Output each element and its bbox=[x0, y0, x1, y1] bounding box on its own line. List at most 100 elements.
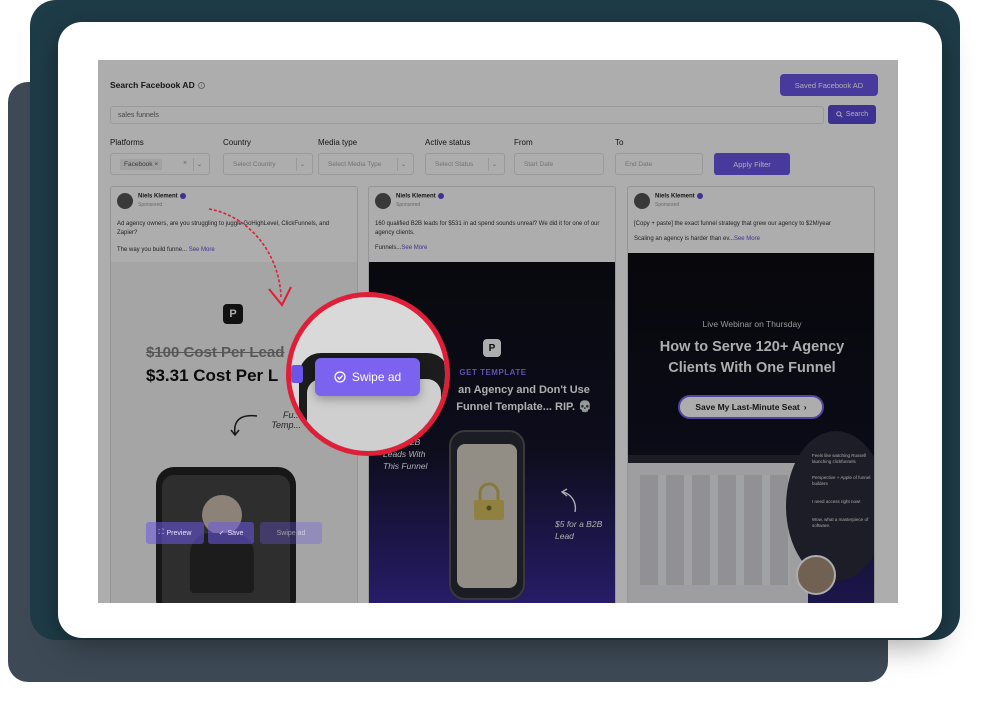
presenter-avatar bbox=[796, 555, 836, 595]
phone-mockup bbox=[449, 430, 525, 600]
window-bar bbox=[628, 455, 808, 463]
check-circle-icon bbox=[334, 371, 346, 383]
save-button[interactable]: ✓ Save bbox=[208, 522, 254, 544]
preview-label: Preview bbox=[166, 529, 192, 537]
see-more-link[interactable]: See More bbox=[734, 236, 760, 242]
swipe-ad-button[interactable]: Swipe ad bbox=[315, 358, 420, 396]
verified-icon bbox=[179, 193, 186, 199]
chevron-down-icon: ⌄ bbox=[296, 158, 308, 171]
swipe-ad-small-button[interactable]: Swipe ad bbox=[260, 522, 322, 544]
stage: Search Facebook AD i Saved Facebook AD sa… bbox=[0, 0, 1000, 707]
info-icon[interactable]: i bbox=[197, 82, 205, 90]
sponsored-label: Sponsored bbox=[396, 202, 421, 208]
chat-message: Feels like watching Russell launching cl… bbox=[812, 453, 867, 464]
ad-text-line: 160 qualified B2B leads for $531 in ad s… bbox=[375, 221, 600, 236]
end-date-input[interactable]: End Date bbox=[615, 153, 703, 175]
search-button[interactable]: Search bbox=[828, 105, 876, 124]
media-type-select[interactable]: Select Media Type ⌄ bbox=[318, 153, 414, 175]
avatar bbox=[375, 193, 391, 209]
ad-text: 160 qualified B2B leads for $531 in ad s… bbox=[375, 220, 609, 253]
ad-headline: $3.31 Cost Per L bbox=[146, 366, 279, 385]
sponsored-label: Sponsored bbox=[655, 202, 680, 208]
ad-author: Niels Klement bbox=[138, 193, 186, 200]
ad-text-line: [Copy + paste] the exact funnel strategy… bbox=[634, 221, 831, 227]
end-date-placeholder: End Date bbox=[625, 160, 653, 168]
see-more-link[interactable]: See More bbox=[401, 245, 427, 251]
media-type-placeholder: Select Media Type bbox=[328, 160, 382, 168]
chat-message: Perspective + Apple of funnel builders bbox=[812, 475, 871, 486]
chevron-down-icon: ⌄ bbox=[488, 158, 500, 171]
swipe-ad-small-label: Swipe ad bbox=[276, 529, 306, 537]
avatar bbox=[117, 193, 133, 209]
ad-media: Live Webinar on Thursday How to Serve 12… bbox=[628, 253, 874, 603]
ad-card[interactable]: Niels Klement Sponsored [Copy + paste] t… bbox=[627, 186, 875, 603]
filter-label-media-type: Media type bbox=[318, 138, 358, 147]
zoomed-button-edge bbox=[291, 365, 303, 383]
ad-card-header: Niels Klement Sponsored [Copy + paste] t… bbox=[628, 187, 874, 262]
chat-message: Wow, what a masterpiece of software. bbox=[812, 517, 869, 528]
filter-label-from: From bbox=[514, 138, 533, 147]
save-seat-cta-label: Save My Last-Minute Seat bbox=[695, 402, 800, 412]
handwritten-note-right: $5 for a B2B Lead bbox=[555, 519, 603, 541]
swipe-ad-label: Swipe ad bbox=[351, 370, 402, 384]
ad-author-name: Niels Klement bbox=[655, 193, 695, 200]
page-title: Search Facebook AD i bbox=[110, 80, 205, 90]
clear-icon[interactable]: × bbox=[183, 160, 187, 167]
status-placeholder: Select Status bbox=[435, 160, 474, 168]
save-seat-cta[interactable]: Save My Last-Minute Seat › bbox=[678, 395, 824, 419]
ad-author: Niels Klement bbox=[396, 193, 444, 200]
ad-text-line: The way you build funne... bbox=[117, 247, 188, 253]
brand-logo: P bbox=[483, 339, 501, 357]
expand-icon: ⛶ bbox=[158, 529, 164, 536]
chevron-down-icon: ⌄ bbox=[397, 158, 409, 171]
ad-card-header: Niels Klement Sponsored 160 qualified B2… bbox=[369, 187, 615, 262]
annotation-arrow-icon bbox=[208, 208, 292, 307]
filter-label-platforms: Platforms bbox=[110, 138, 144, 147]
filter-label-active-status: Active status bbox=[425, 138, 471, 147]
webinar-kicker: Live Webinar on Thursday bbox=[702, 319, 802, 329]
start-date-placeholder: Start Date bbox=[524, 160, 554, 168]
platforms-select[interactable]: Facebook × × ⌄ bbox=[110, 153, 210, 175]
status-select[interactable]: Select Status ⌄ bbox=[425, 153, 505, 175]
remove-chip-icon[interactable]: × bbox=[154, 161, 158, 168]
diagram-canvas bbox=[640, 475, 790, 585]
chat-overlay: Feels like watching Russell launching cl… bbox=[786, 431, 874, 581]
ad-author-name: Niels Klement bbox=[396, 193, 436, 200]
check-icon: ✓ bbox=[218, 530, 225, 537]
verified-icon bbox=[696, 193, 703, 199]
start-date-input[interactable]: Start Date bbox=[514, 153, 604, 175]
search-icon bbox=[836, 111, 843, 118]
ad-text-line: Funnels... bbox=[375, 245, 402, 251]
ad-headline: an Agency and Don't Use Funnel Template.… bbox=[456, 384, 592, 413]
ad-headline: How to Serve 120+ Agency Clients With On… bbox=[659, 339, 845, 376]
padlock-icon bbox=[474, 482, 504, 520]
filter-label-country: Country bbox=[223, 138, 252, 147]
verified-icon bbox=[437, 193, 444, 199]
ad-author-name: Niels Klement bbox=[138, 193, 178, 200]
arrow-up-icon bbox=[560, 488, 577, 513]
country-select[interactable]: Select Country ⌄ bbox=[223, 153, 313, 175]
ad-text-line: Scaling an agency is harder than ev... bbox=[634, 236, 734, 242]
ad-author: Niels Klement bbox=[655, 193, 703, 200]
funnel-diagram-screenshot bbox=[628, 455, 808, 603]
apply-filter-button[interactable]: Apply Filter bbox=[714, 153, 790, 175]
ad-text: [Copy + paste] the exact funnel strategy… bbox=[634, 220, 868, 244]
search-input[interactable]: sales funnels bbox=[110, 106, 824, 124]
platform-chip-label: Facebook bbox=[124, 160, 153, 168]
filter-label-to: To bbox=[615, 138, 624, 147]
save-label: Save bbox=[227, 529, 244, 537]
chevron-down-icon: ⌄ bbox=[193, 158, 205, 171]
curved-arrow-icon bbox=[230, 414, 258, 437]
saved-facebook-ad-button[interactable]: Saved Facebook AD bbox=[780, 74, 878, 96]
page-title-text: Search Facebook AD bbox=[110, 80, 195, 90]
app-window: Search Facebook AD i Saved Facebook AD sa… bbox=[98, 60, 900, 603]
ad-strike-headline: $100 Cost Per Lead bbox=[146, 344, 285, 361]
search-button-label: Search bbox=[845, 111, 869, 118]
avatar bbox=[634, 193, 650, 209]
chat-message: I need access right now! bbox=[812, 499, 861, 504]
sponsored-label: Sponsored bbox=[138, 202, 163, 208]
country-placeholder: Select Country bbox=[233, 160, 276, 168]
preview-button[interactable]: ⛶ Preview bbox=[146, 522, 204, 544]
chevron-right-icon: › bbox=[803, 402, 807, 412]
platform-chip: Facebook × bbox=[120, 158, 163, 170]
